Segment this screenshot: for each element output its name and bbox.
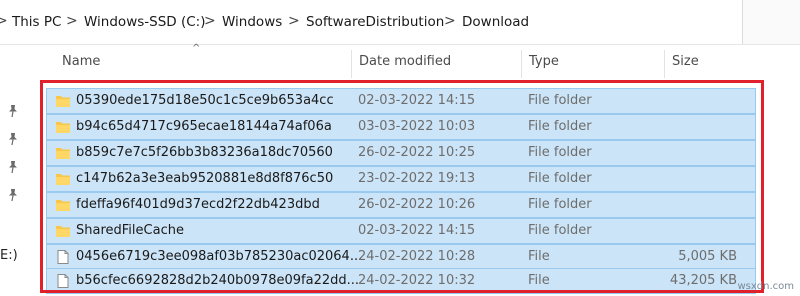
file-type: File <box>528 273 550 288</box>
file-row[interactable]: c147b62a3e3eab9520881e8d8f876c50 23-02-2… <box>46 166 756 192</box>
file-row[interactable]: b859c7e7c5f26bb3b83236a18dc70560 26-02-2… <box>46 140 756 166</box>
file-size: 5,005 KB <box>678 249 737 264</box>
watermark: wsxdn.com <box>737 281 794 292</box>
file-type: File folder <box>528 223 592 238</box>
nav-drive-label[interactable]: E:) <box>0 248 18 263</box>
file-icon <box>57 274 69 288</box>
folder-icon <box>56 148 70 159</box>
chevron-right-icon[interactable]: > <box>204 13 216 29</box>
file-type: File folder <box>528 197 592 212</box>
pin-icon <box>9 133 17 146</box>
file-type: File <box>528 249 550 264</box>
file-name: 0456e6719c3ee098af03b785230ac02064... <box>76 249 363 264</box>
breadcrumb-download[interactable]: Download <box>462 14 529 30</box>
file-row[interactable]: SharedFileCache 02-03-2022 14:15 File fo… <box>46 218 756 244</box>
file-date-modified: 02-03-2022 14:15 <box>358 223 476 238</box>
folder-icon <box>56 200 70 211</box>
address-dropdown-area[interactable] <box>742 0 800 44</box>
pin-icon <box>9 161 17 174</box>
file-date-modified: 24-02-2022 10:28 <box>358 249 476 264</box>
column-divider[interactable] <box>521 50 522 78</box>
sort-ascending-icon: ^ <box>192 43 201 54</box>
folder-icon <box>56 122 70 133</box>
file-row[interactable]: b94c65d4717c965ecae18144a74af06a 03-03-2… <box>46 114 756 140</box>
file-name: SharedFileCache <box>76 223 184 238</box>
breadcrumb-this-pc[interactable]: This PC <box>12 14 61 30</box>
file-date-modified: 03-03-2022 10:03 <box>358 119 476 134</box>
column-header-name[interactable]: Name <box>62 54 100 69</box>
file-icon <box>57 250 69 264</box>
chevron-right-icon: > <box>0 13 8 29</box>
chevron-right-icon[interactable]: > <box>288 13 300 29</box>
file-date-modified: 26-02-2022 10:25 <box>358 145 476 160</box>
column-divider[interactable] <box>351 50 352 78</box>
folder-icon <box>56 96 70 107</box>
file-name: b56cfec6692828d2b240b0978e09fa22dd... <box>76 273 360 288</box>
file-name: b94c65d4717c965ecae18144a74af06a <box>76 119 332 134</box>
folder-icon <box>56 174 70 185</box>
file-name: b859c7e7c5f26bb3b83236a18dc70560 <box>76 145 333 160</box>
breadcrumb-windows-ssd[interactable]: Windows-SSD (C:) <box>84 14 205 30</box>
file-type: File folder <box>528 145 592 160</box>
file-date-modified: 26-02-2022 10:26 <box>358 197 476 212</box>
column-header-date-modified[interactable]: Date modified <box>359 54 451 69</box>
file-date-modified: 02-03-2022 14:15 <box>358 93 476 108</box>
file-row[interactable]: 0456e6719c3ee098af03b785230ac02064... 24… <box>46 244 756 270</box>
file-type: File folder <box>528 119 592 134</box>
file-date-modified: 24-02-2022 10:32 <box>358 273 476 288</box>
file-size: 43,205 KB <box>669 273 737 288</box>
folder-icon <box>56 226 70 237</box>
breadcrumb-softwaredistribution[interactable]: SoftwareDistribution <box>306 14 444 30</box>
column-divider[interactable] <box>664 50 665 78</box>
file-type: File folder <box>528 171 592 186</box>
file-date-modified: 23-02-2022 19:13 <box>358 171 476 186</box>
file-row[interactable]: 05390ede175d18e50c1c5ce9b653a4cc 02-03-2… <box>46 88 756 114</box>
breadcrumb-windows[interactable]: Windows <box>222 14 282 30</box>
chevron-right-icon[interactable]: > <box>66 13 78 29</box>
column-header-type[interactable]: Type <box>529 54 559 69</box>
chevron-right-icon[interactable]: > <box>444 13 456 29</box>
pin-icon <box>9 189 17 202</box>
file-name: 05390ede175d18e50c1c5ce9b653a4cc <box>76 93 334 108</box>
file-row[interactable]: fdeffa96f401d9d37ecd2f22db423dbd 26-02-2… <box>46 192 756 218</box>
pin-icon <box>9 105 17 118</box>
file-row[interactable]: b56cfec6692828d2b240b0978e09fa22dd... 24… <box>46 268 756 294</box>
file-name: c147b62a3e3eab9520881e8d8f876c50 <box>76 171 334 186</box>
file-type: File folder <box>528 93 592 108</box>
file-name: fdeffa96f401d9d37ecd2f22db423dbd <box>76 197 320 212</box>
address-bar[interactable]: > This PC > Windows-SSD (C:) > Windows >… <box>0 0 800 45</box>
column-header-size[interactable]: Size <box>672 54 699 69</box>
